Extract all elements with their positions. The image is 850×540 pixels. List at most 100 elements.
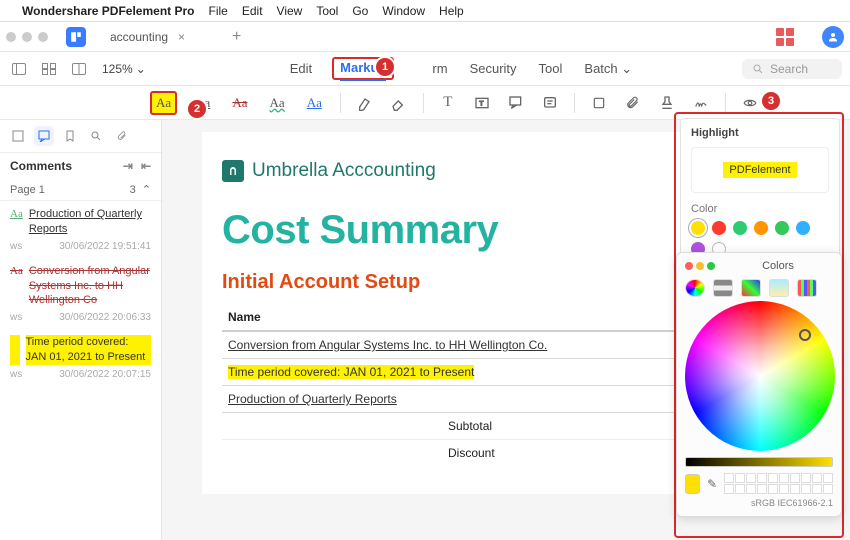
export-comments-icon[interactable]: ⇤	[141, 159, 151, 173]
comment-item[interactable]: Time period covered: JAN 01, 2021 to Pre…	[0, 329, 161, 367]
menu-help[interactable]: Help	[439, 4, 464, 18]
swatch-yellow[interactable]	[691, 221, 705, 235]
brightness-slider[interactable]	[685, 457, 833, 467]
traffic-lights[interactable]	[6, 32, 48, 42]
highlight-properties-panel: Highlight PDFelement Color	[680, 118, 840, 265]
callout-tool[interactable]	[506, 93, 526, 113]
comment-text: Conversion from Angular Systems Inc. to …	[29, 264, 151, 309]
menu-view[interactable]: View	[277, 4, 303, 18]
attachment-tool[interactable]	[623, 93, 643, 113]
highlight-preview: PDFelement	[691, 147, 829, 193]
tab-batch[interactable]: Batch ⌄	[582, 57, 634, 81]
comment-meta: ws 30/06/2022 19:51:41	[0, 239, 161, 258]
search-placeholder: Search	[770, 62, 808, 76]
highlight-sample-text: PDFelement	[723, 162, 796, 178]
comment-user: ws	[10, 241, 22, 252]
close-window-icon[interactable]	[6, 32, 16, 42]
sidebar-toggle-icon[interactable]	[8, 58, 30, 80]
menu-window[interactable]: Window	[382, 4, 425, 18]
menu-tool[interactable]: Tool	[316, 4, 338, 18]
chevron-down-icon: ⌄	[136, 62, 146, 76]
thumbnails-icon[interactable]	[38, 58, 60, 80]
caret-tool[interactable]: Aa	[303, 93, 326, 113]
note-tool[interactable]	[540, 93, 560, 113]
sidebar-tabs	[0, 120, 161, 153]
signature-tool[interactable]	[691, 93, 711, 113]
import-comments-icon[interactable]: ⇥	[123, 159, 133, 173]
menubar: Wondershare PDFelement Pro File Edit Vie…	[0, 0, 850, 22]
comment-text: Time period covered: JAN 01, 2021 to Pre…	[26, 335, 152, 365]
eraser-tool[interactable]	[389, 93, 409, 113]
menu-go[interactable]: Go	[352, 4, 368, 18]
panel-title: Highlight	[691, 127, 829, 139]
bookmarks-panel-icon[interactable]	[60, 126, 80, 146]
svg-text:T: T	[479, 100, 483, 107]
color-wheel-handle[interactable]	[799, 329, 811, 341]
swatch-green[interactable]	[775, 221, 789, 235]
picker-mode-tabs	[685, 279, 833, 297]
menu-edit[interactable]: Edit	[242, 4, 263, 18]
table-row: Time period covered: JAN 01, 2021 to Pre…	[222, 359, 742, 386]
menu-file[interactable]: File	[209, 4, 228, 18]
show-comments-icon[interactable]	[740, 93, 760, 113]
shapes-tool[interactable]	[589, 93, 609, 113]
search-panel-icon[interactable]	[86, 126, 106, 146]
close-tab-icon[interactable]: ×	[178, 30, 185, 44]
strikethrough-tool[interactable]: Aa	[228, 93, 251, 113]
comments-panel-icon[interactable]	[34, 126, 54, 146]
minimize-window-icon[interactable]	[22, 32, 32, 42]
saved-colors-grid[interactable]	[724, 473, 833, 494]
swatch-red[interactable]	[712, 221, 726, 235]
textbox-tool[interactable]: T	[472, 93, 492, 113]
app-title: Wondershare PDFelement Pro	[22, 4, 195, 18]
comment-timestamp: 30/06/2022 20:07:15	[59, 369, 151, 380]
zoom-dropdown[interactable]: 125% ⌄	[98, 62, 150, 76]
reading-mode-icon[interactable]	[68, 58, 90, 80]
stamp-tool[interactable]	[657, 93, 677, 113]
app-logo-icon	[66, 27, 86, 47]
picker-palettes-tab[interactable]	[741, 279, 761, 297]
comment-timestamp: 30/06/2022 19:51:41	[59, 241, 151, 252]
tab-security[interactable]: Security	[468, 57, 519, 80]
picker-wheel-tab[interactable]	[685, 279, 705, 297]
picker-title: Colors	[723, 260, 833, 272]
user-avatar[interactable]	[822, 26, 844, 48]
comment-meta: ws 30/06/2022 20:06:33	[0, 310, 161, 329]
tab-title: accounting	[110, 30, 168, 44]
swatch-teal[interactable]	[733, 221, 747, 235]
tab-edit[interactable]: Edit	[288, 57, 314, 80]
page-group[interactable]: Page 1 3 ⌃	[0, 179, 161, 201]
swatch-blue[interactable]	[796, 221, 810, 235]
tab-tool[interactable]: Tool	[537, 57, 565, 80]
company-brand: Umbrella Acccounting	[222, 160, 742, 182]
apps-grid-icon[interactable]	[776, 28, 794, 46]
picker-pencils-tab[interactable]	[797, 279, 817, 297]
thumbnails-panel-icon[interactable]	[8, 126, 28, 146]
doc-section: Initial Account Setup	[222, 271, 742, 294]
comment-item[interactable]: Aa Conversion from Angular Systems Inc. …	[0, 258, 161, 311]
table-row: Production of Quarterly Reports $800.0	[222, 386, 742, 413]
color-wheel[interactable]	[685, 301, 835, 451]
area-highlight-tool[interactable]	[355, 93, 375, 113]
search-input[interactable]: Search	[742, 59, 842, 79]
squiggly-tool[interactable]: Aa	[266, 93, 289, 113]
picker-image-tab[interactable]	[769, 279, 789, 297]
zoom-value: 125%	[102, 62, 133, 76]
eyedropper-icon[interactable]: ✎	[706, 477, 718, 491]
picker-sliders-tab[interactable]	[713, 279, 733, 297]
highlight-tool[interactable]: Aa	[150, 91, 177, 115]
page-comment-count: 3	[130, 184, 136, 196]
swatch-orange[interactable]	[754, 221, 768, 235]
document-tab[interactable]: accounting ×	[98, 27, 218, 47]
strikethrough-icon: Aa	[10, 264, 23, 309]
picker-traffic-lights[interactable]	[685, 259, 718, 273]
text-tool[interactable]: T	[438, 93, 458, 113]
company-logo-icon	[222, 160, 244, 182]
current-color-swatch[interactable]	[685, 474, 700, 494]
comment-item[interactable]: Aa Production of Quarterly Reports	[0, 201, 161, 239]
color-picker-window[interactable]: Colors ✎ sRGB IEC61966-2.1	[676, 252, 842, 517]
tab-form[interactable]: rm	[430, 57, 449, 80]
zoom-window-icon[interactable]	[38, 32, 48, 42]
new-tab-button[interactable]: +	[224, 28, 249, 46]
attachments-panel-icon[interactable]	[112, 126, 132, 146]
